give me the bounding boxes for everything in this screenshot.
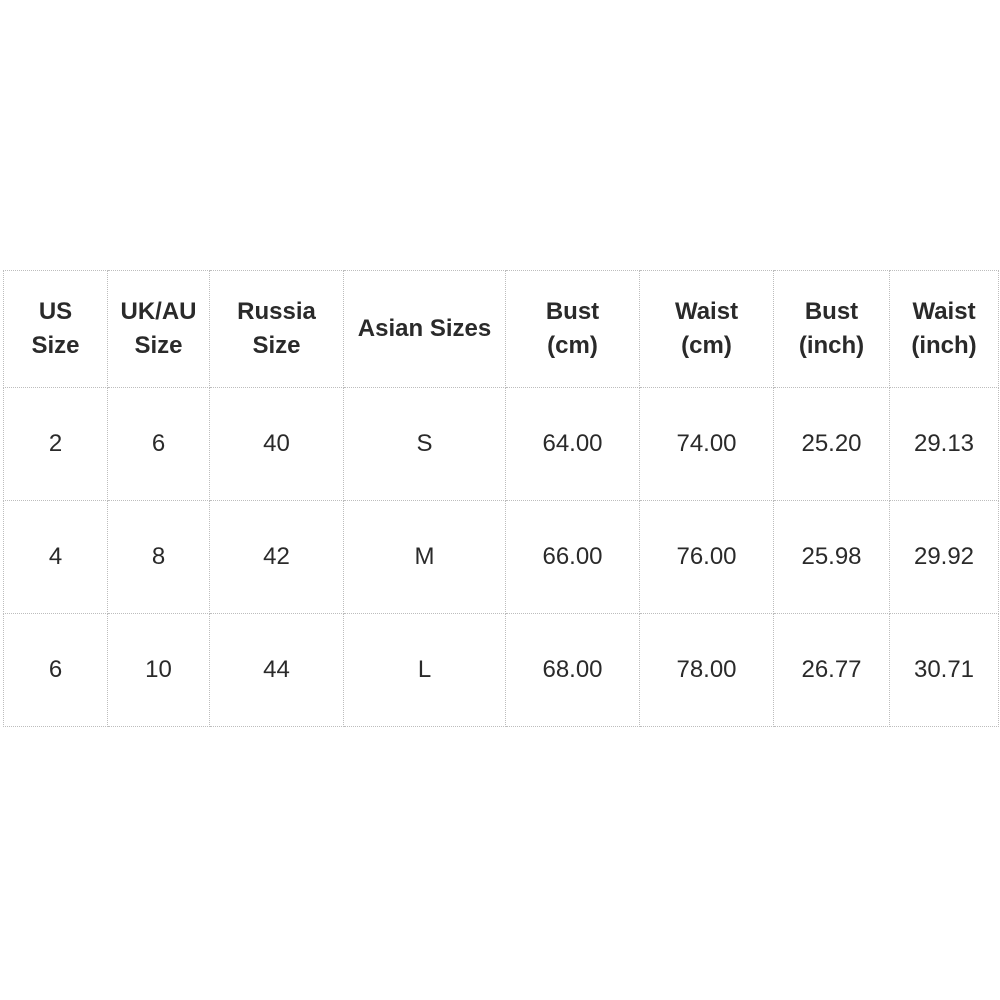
cell-bust-inch: 25.98 [773, 500, 890, 614]
header-waist-cm: Waist (cm) [639, 270, 774, 388]
cell-us-size: 6 [3, 613, 108, 727]
cell-waist-inch: 29.13 [889, 387, 999, 501]
header-bust-inch: Bust (inch) [773, 270, 890, 388]
cell-us-size: 2 [3, 387, 108, 501]
cell-bust-cm: 64.00 [505, 387, 640, 501]
header-us-size: US Size [3, 270, 108, 388]
cell-uk-au-size: 8 [107, 500, 210, 614]
cell-bust-inch: 26.77 [773, 613, 890, 727]
table-row: 2 6 40 S 64.00 74.00 25.20 29.13 [3, 387, 999, 501]
cell-waist-cm: 78.00 [639, 613, 774, 727]
size-chart-table: US Size UK/AU Size Russia Size Asian Sizes … [3, 270, 999, 727]
cell-waist-cm: 76.00 [639, 500, 774, 614]
table-row: 4 8 42 M 66.00 76.00 25.98 29.92 [3, 500, 999, 614]
cell-us-size: 4 [3, 500, 108, 614]
cell-russia-size: 44 [209, 613, 344, 727]
cell-waist-inch: 30.71 [889, 613, 999, 727]
header-russia-size: Russia Size [209, 270, 344, 388]
cell-asian-size: S [343, 387, 506, 501]
cell-waist-inch: 29.92 [889, 500, 999, 614]
cell-bust-inch: 25.20 [773, 387, 890, 501]
cell-bust-cm: 68.00 [505, 613, 640, 727]
cell-uk-au-size: 10 [107, 613, 210, 727]
header-asian-sizes: Asian Sizes [343, 270, 506, 388]
cell-asian-size: L [343, 613, 506, 727]
cell-waist-cm: 74.00 [639, 387, 774, 501]
header-waist-inch: Waist (inch) [889, 270, 999, 388]
cell-russia-size: 40 [209, 387, 344, 501]
table-row: 6 10 44 L 68.00 78.00 26.77 30.71 [3, 613, 999, 727]
header-row: US Size UK/AU Size Russia Size Asian Sizes … [3, 270, 999, 388]
cell-asian-size: M [343, 500, 506, 614]
cell-russia-size: 42 [209, 500, 344, 614]
header-uk-au-size: UK/AU Size [107, 270, 210, 388]
cell-uk-au-size: 6 [107, 387, 210, 501]
cell-bust-cm: 66.00 [505, 500, 640, 614]
header-bust-cm: Bust (cm) [505, 270, 640, 388]
